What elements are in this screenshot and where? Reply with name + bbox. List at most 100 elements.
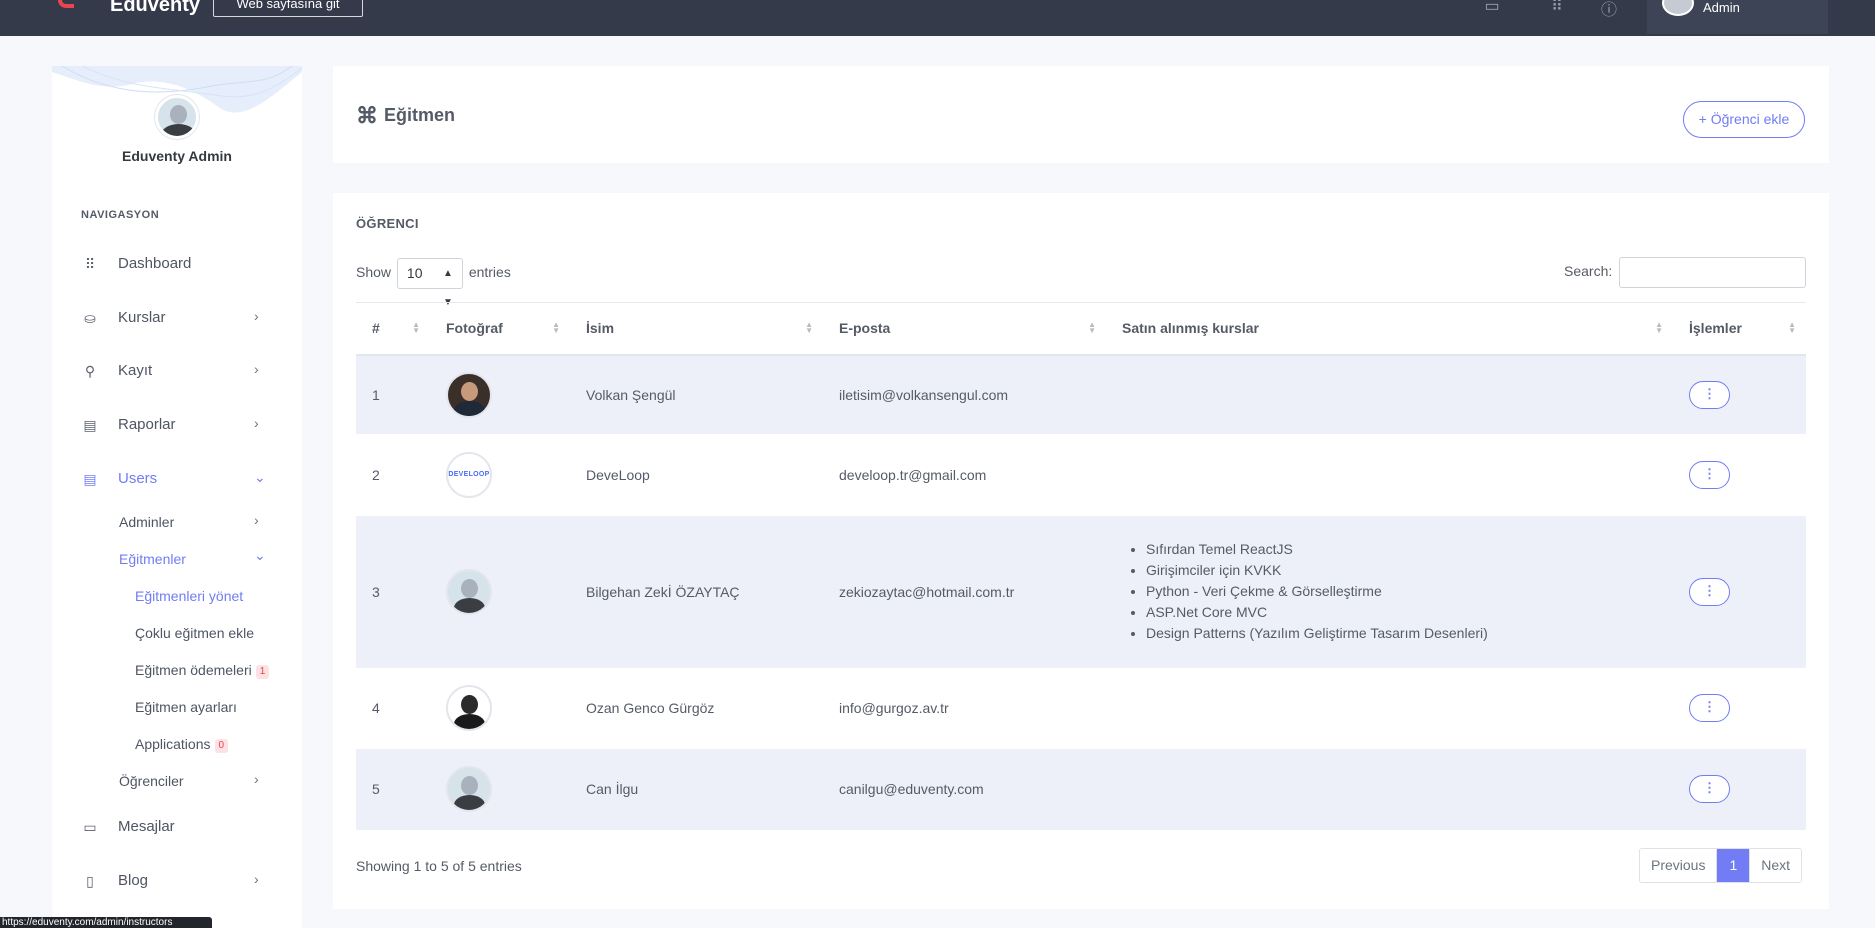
user-menu[interactable]: Admin [1647, 0, 1828, 34]
user-photo [446, 371, 492, 418]
entries-select[interactable]: 10 ▲ ▼ [396, 258, 463, 308]
name-cell: Volkan Şengül [570, 354, 823, 434]
entries-select-value: 10 [406, 265, 423, 281]
chevron-right-icon: › [254, 871, 259, 887]
column-header[interactable]: İsim ▲ ▼ [570, 302, 823, 356]
sidebar-item-label: Kayıt [118, 362, 153, 379]
column-header[interactable]: # ▲ ▼ [356, 302, 430, 356]
table-row: 5 Can İlgu canilgu@eduventy.com ⋮ [356, 748, 1806, 830]
name-cell: DeveLoop [586, 466, 650, 483]
sidebar-item-egitmen-ayarlari[interactable]: Eğitmen ayarları [135, 699, 237, 715]
user-photo: DEVELOOP [446, 451, 492, 498]
email-cell: info@gurgoz.av.tr [839, 700, 949, 716]
courses-cell [1106, 668, 1673, 749]
website-button[interactable]: Web sayfasına git [213, 0, 363, 17]
nav-section-title: NAVIGASYON [81, 209, 160, 221]
sidebar-item-applications[interactable]: Applications 0 [135, 736, 229, 753]
apps-grid-icon[interactable]: ⠿ [1547, 0, 1567, 16]
sidebar-item-egitmenleri-yonet[interactable]: Eğitmenleri yönet [135, 588, 243, 604]
sidebar-item-egitmen-odemeleri[interactable]: Eğitmen ödemeleri 1 [135, 662, 270, 679]
sort-icon: ▲ ▼ [552, 320, 560, 335]
chevron-down-icon: ⌄ [254, 469, 266, 485]
sidebar-item-label: Mesajlar [118, 818, 175, 835]
sidebar-item-ogrenciler[interactable]: Öğrenciler [119, 773, 184, 789]
table-header-row: # ▲ ▼ Fotoğraf ▲ ▼ İsim ▲ ▼ E-posta ▲ ▼ Satın al… [356, 302, 1806, 356]
search-input[interactable] [1619, 257, 1807, 288]
sidebar-item-mesajlar[interactable]: ▭ Mesajlar [52, 807, 302, 847]
table-row: 4 Ozan Genco Gürgöz info@gurgoz.av.tr ⋮ [356, 668, 1806, 749]
courses-cell [1106, 748, 1673, 830]
sidebar-item-dashboard[interactable]: ⠿ Dashboard [52, 244, 302, 284]
user-name: Admin [1703, 0, 1740, 15]
more-actions-button[interactable]: ⋮ [1689, 694, 1730, 722]
brand-name[interactable]: Eduventy [110, 0, 200, 17]
page-1-button[interactable]: 1 [1717, 849, 1751, 882]
show-label: Show [356, 264, 392, 281]
chevron-right-icon: › [254, 361, 259, 377]
sidebar-item-label: Eğitmen ödemeleri [135, 662, 252, 678]
profile-avatar[interactable] [155, 95, 199, 139]
browser-status-url: https://eduventy.com/admin/instructors [0, 917, 212, 928]
flag-icon[interactable]: ▭ [1482, 0, 1502, 16]
avatar [1662, 0, 1694, 16]
email-cell: zekiozaytac@hotmail.com.tr [823, 515, 1106, 668]
pagination: Previous 1 Next [1639, 848, 1803, 883]
courses-cell [1106, 434, 1673, 516]
page-title: ⌘ Eğitmen [356, 103, 455, 129]
sidebar-item-label: Applications [135, 736, 211, 752]
next-page-button[interactable]: Next [1750, 849, 1802, 882]
column-header[interactable]: Satın alınmış kurslar ▲ ▼ [1106, 302, 1673, 356]
row-number: 2 [372, 466, 380, 483]
user-photo [446, 568, 492, 615]
count-badge: 1 [255, 665, 270, 679]
photo-cell [430, 748, 570, 830]
add-student-button[interactable]: + Öğrenci ekle [1683, 101, 1805, 138]
sidebar-item-kayit[interactable]: ⚲ Kayıt › [52, 351, 302, 391]
sort-icon: ▲ ▼ [1788, 320, 1796, 335]
sidebar-item-label: Kurslar [118, 309, 166, 326]
more-actions-button[interactable]: ⋮ [1689, 380, 1730, 409]
email-cell: iletisim@volkansengul.com [823, 354, 1106, 434]
table-row: 2 DEVELOOP DeveLoop develoop.tr@gmail.co… [356, 434, 1806, 516]
column-header[interactable]: E-posta ▲ ▼ [823, 302, 1106, 356]
basket-icon: ⛀ [84, 310, 96, 326]
row-number: 3 [356, 515, 430, 668]
sidebar-item-label: Blog [118, 872, 149, 889]
column-header[interactable]: Fotoğraf ▲ ▼ [430, 302, 570, 356]
students-table-card: ÖĞRENCI Show 10 ▲ ▼ entries Search: # ▲ ▼ Fo… [333, 193, 1829, 909]
more-actions-button[interactable]: ⋮ [1689, 460, 1730, 489]
courses-cell: Sıfırdan Temel ReactJS Girişimciler için… [1106, 515, 1673, 668]
logo-icon[interactable] [58, 0, 74, 8]
sidebar-item-raporlar[interactable]: ▤ Raporlar › [52, 405, 302, 445]
sort-icon: ▲ ▼ [1655, 320, 1663, 335]
sidebar-item-kurslar[interactable]: ⛀ Kurslar › [52, 298, 302, 338]
sidebar-item-label: Raporlar [118, 416, 176, 433]
sidebar-item-label: Dashboard [118, 255, 192, 272]
entries-length-control: Show 10 ▲ ▼ entries [356, 258, 511, 308]
sort-icon: ▲ ▼ [1088, 320, 1096, 335]
more-actions-button[interactable]: ⋮ [1689, 577, 1730, 606]
name-cell: Bilgehan Zekİ ÖZAYTAÇ [570, 515, 823, 668]
info-icon[interactable]: ⓘ [1599, 0, 1619, 20]
actions-cell: ⋮ [1673, 668, 1806, 749]
name-cell: Can İlgu [570, 748, 823, 830]
photo-cell: DEVELOOP [430, 434, 570, 516]
sidebar-item-egitmenler[interactable]: Eğitmenler [119, 551, 186, 567]
photo-cell [430, 515, 570, 668]
command-icon: ⌘ [356, 103, 378, 128]
list-item: Design Patterns (Yazılım Geliştirme Tasa… [1146, 623, 1673, 644]
actions-cell: ⋮ [1673, 748, 1806, 830]
previous-page-button[interactable]: Previous [1640, 849, 1718, 882]
search-label: Search: [1564, 263, 1613, 280]
list-item: Sıfırdan Temel ReactJS [1146, 539, 1673, 560]
card-title: ÖĞRENCI [356, 216, 419, 231]
column-header[interactable]: İşlemler ▲ ▼ [1673, 302, 1806, 356]
sidebar-item-users[interactable]: ▤ Users ⌄ [52, 459, 302, 499]
sidebar-item-adminler[interactable]: Adminler [119, 514, 174, 530]
table-search: Search: [1564, 257, 1807, 288]
sidebar-item-coklu-egitmen-ekle[interactable]: Çoklu eğitmen ekle [135, 625, 254, 641]
sidebar-item-blog[interactable]: ▯ Blog › [52, 861, 302, 901]
table-row: 1 Volkan Şengül iletisim@volkansengul.co… [356, 354, 1806, 434]
actions-cell: ⋮ [1673, 515, 1806, 668]
more-actions-button[interactable]: ⋮ [1689, 775, 1730, 803]
